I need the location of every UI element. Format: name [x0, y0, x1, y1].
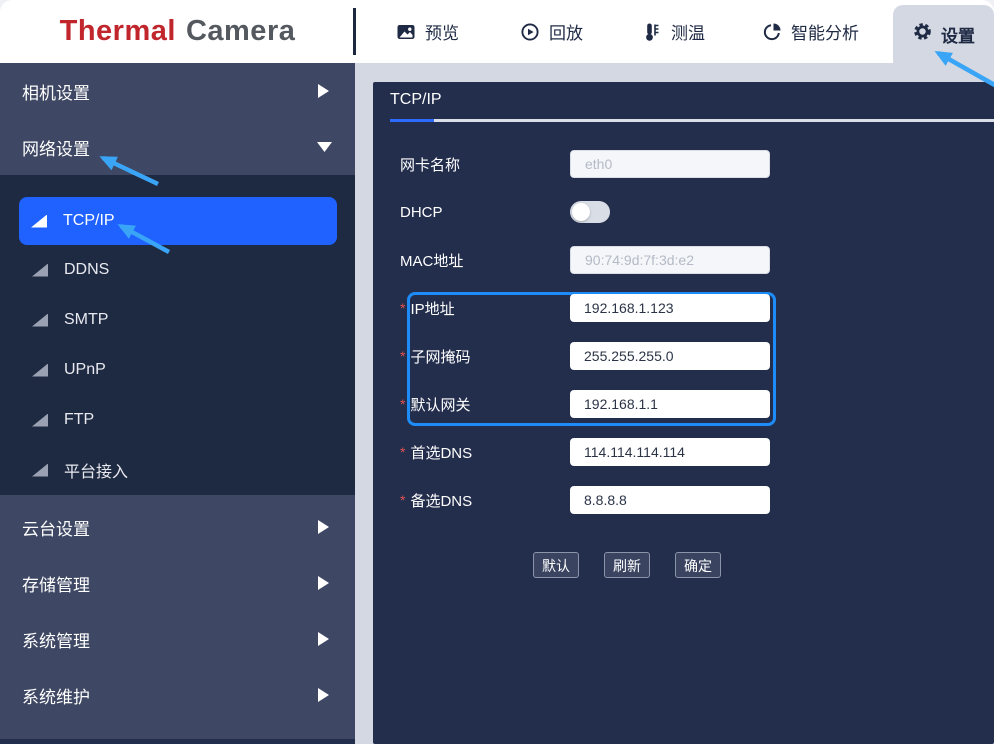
sidebar-group-system-management[interactable]: 系统管理: [0, 611, 355, 667]
corner-triangle-icon: [32, 414, 48, 427]
required-mark: *: [400, 300, 405, 316]
sidebar-group-system-maintenance[interactable]: 系统维护: [0, 667, 355, 723]
required-mark: *: [400, 492, 405, 508]
group-label: 系统管理: [22, 627, 90, 652]
corner-triangle-icon: [32, 364, 48, 377]
settings-tab-label: 设置: [941, 22, 975, 47]
subnet-mask-input[interactable]: [570, 342, 770, 370]
group-label: 网络设置: [22, 135, 90, 160]
default-gateway-input[interactable]: [570, 390, 770, 418]
required-mark: *: [400, 444, 405, 460]
chevron-right-icon: [318, 84, 329, 98]
settings-sidebar: 相机设置 网络设置 TCP/IP DDNS SMTP UPnP: [0, 63, 355, 744]
required-mark: *: [400, 396, 405, 412]
nic-name-input: [570, 150, 770, 178]
sidebar-item-ftp[interactable]: FTP: [0, 395, 355, 445]
sidebar-item-upnp[interactable]: UPnP: [0, 345, 355, 395]
form-row-dhcp: DHCP: [400, 198, 610, 226]
refresh-button[interactable]: 刷新: [604, 552, 650, 578]
form-row-subnet-mask: *子网掩码: [400, 342, 770, 370]
form-row-nic-name: 网卡名称: [400, 150, 770, 178]
tab-underline-active-segment: [390, 119, 434, 122]
nav-tab-label: 预览: [425, 19, 459, 44]
preview-image-icon: [396, 22, 416, 42]
nav-tab-settings-active[interactable]: 设置: [893, 5, 994, 63]
chevron-down-icon: [317, 142, 332, 152]
nav-tab-thermometry[interactable]: 测温: [642, 0, 705, 63]
required-mark: *: [400, 348, 405, 364]
sidebar-bottom-groups: 云台设置 存储管理 系统管理 系统维护: [0, 495, 355, 723]
nav-tab-label: 智能分析: [791, 19, 859, 44]
sidebar-item-label: UPnP: [64, 361, 106, 379]
form-row-mac-address: MAC地址: [400, 246, 770, 274]
analysis-pie-icon: [762, 22, 782, 42]
nav-tab-label: 回放: [549, 19, 583, 44]
sidebar-group-camera-settings[interactable]: 相机设置: [0, 63, 355, 119]
corner-triangle-icon: [32, 264, 48, 277]
sidebar-item-label: 平台接入: [64, 458, 128, 482]
nav-tab-label: 测温: [671, 19, 705, 44]
app-header: Thermal Camera 预览 回放 测温 智能分析: [0, 0, 994, 63]
field-label: MAC地址: [400, 250, 570, 271]
field-label: *首选DNS: [400, 442, 570, 463]
form-row-ip-address: *IP地址: [400, 294, 770, 322]
group-label: 云台设置: [22, 515, 90, 540]
sidebar-item-label: SMTP: [64, 311, 108, 329]
sidebar-item-platform-access[interactable]: 平台接入: [0, 445, 355, 495]
ok-button[interactable]: 确定: [675, 552, 721, 578]
field-label: 网卡名称: [400, 154, 570, 175]
form-row-secondary-dns: *备选DNS: [400, 486, 770, 514]
corner-triangle-icon: [32, 314, 48, 327]
dhcp-toggle[interactable]: [570, 201, 610, 223]
form-row-primary-dns: *首选DNS: [400, 438, 770, 466]
field-label: *子网掩码: [400, 346, 570, 367]
app-logo: Thermal Camera: [0, 0, 355, 63]
default-button[interactable]: 默认: [533, 552, 579, 578]
nav-tab-smart-analysis[interactable]: 智能分析: [762, 0, 859, 63]
sidebar-item-label: TCP/IP: [63, 212, 115, 230]
group-label: 相机设置: [22, 79, 90, 104]
gear-icon: [912, 21, 933, 47]
mac-address-input: [570, 246, 770, 274]
toggle-knob: [572, 203, 590, 221]
thermal-camera-settings-page: Thermal Camera 预览 回放 测温 智能分析: [0, 0, 994, 744]
primary-dns-input[interactable]: [570, 438, 770, 466]
secondary-dns-input[interactable]: [570, 486, 770, 514]
field-label: *IP地址: [400, 298, 570, 319]
network-settings-submenu: TCP/IP DDNS SMTP UPnP FTP 平台接入: [0, 175, 355, 495]
sidebar-group-storage-management[interactable]: 存储管理: [0, 555, 355, 611]
group-label: 存储管理: [22, 571, 90, 596]
logo-word-camera: Camera: [186, 15, 295, 48]
group-label: 系统维护: [22, 683, 90, 708]
form-row-default-gateway: *默认网关: [400, 390, 770, 418]
chevron-right-icon: [318, 576, 329, 590]
nav-tab-preview[interactable]: 预览: [396, 0, 459, 63]
tcpip-settings-panel: TCP/IP 网卡名称 DHCP MAC地址 *IP地址 *子网掩码 *默认网关: [373, 82, 994, 744]
sidebar-group-ptz-settings[interactable]: 云台设置: [0, 499, 355, 555]
ip-address-input[interactable]: [570, 294, 770, 322]
corner-triangle-icon: [31, 215, 47, 228]
field-label: DHCP: [400, 204, 570, 221]
nav-tab-playback[interactable]: 回放: [520, 0, 583, 63]
header-divider: [353, 8, 356, 55]
tab-underline: [390, 119, 994, 122]
chevron-right-icon: [318, 632, 329, 646]
sidebar-item-tcpip[interactable]: TCP/IP: [19, 197, 337, 245]
sidebar-item-smtp[interactable]: SMTP: [0, 295, 355, 345]
chevron-right-icon: [318, 688, 329, 702]
logo-word-thermal: Thermal: [60, 15, 176, 48]
corner-triangle-icon: [32, 464, 48, 477]
field-label: *默认网关: [400, 394, 570, 415]
field-label: *备选DNS: [400, 490, 570, 511]
sidebar-item-ddns[interactable]: DDNS: [0, 245, 355, 295]
sidebar-item-label: FTP: [64, 411, 94, 429]
thermometer-icon: [642, 22, 662, 42]
panel-tab-title[interactable]: TCP/IP: [390, 91, 442, 109]
playback-icon: [520, 22, 540, 42]
sidebar-group-network-settings[interactable]: 网络设置: [0, 119, 355, 175]
chevron-right-icon: [318, 520, 329, 534]
sidebar-item-label: DDNS: [64, 261, 109, 279]
